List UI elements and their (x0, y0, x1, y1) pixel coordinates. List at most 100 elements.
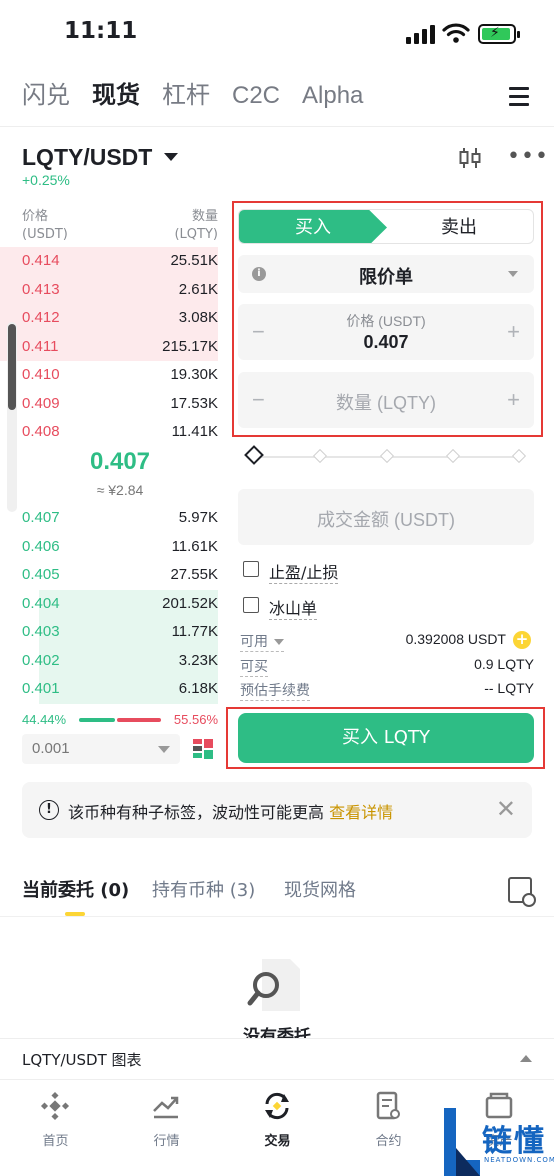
bid-quantity: 5.97K (178, 509, 218, 526)
orderbook-layout-icon[interactable] (192, 738, 214, 760)
status-time: 11:11 (64, 18, 138, 44)
bid-quantity: 201.52K (162, 594, 218, 612)
nav-home-label: 首页 (42, 1134, 69, 1149)
iceberg-label: 冰山单 (269, 595, 318, 620)
nav-trade-label: 交易 (264, 1134, 291, 1149)
tab-convert[interactable]: 闪兑 (22, 76, 70, 116)
tab-holdings[interactable]: 持有币种 (3) (152, 876, 255, 902)
ask-price: 0.411 (22, 337, 59, 355)
price-header: 价格 (22, 209, 49, 224)
tp-sl-label: 止盈/止损 (269, 559, 339, 584)
bid-row[interactable]: 0.403 11.77K (0, 618, 218, 647)
can-buy-label: 可买 (240, 656, 268, 677)
nav-home[interactable]: 首页 (0, 1081, 111, 1176)
more-options-icon[interactable]: ••• (507, 146, 549, 168)
buy-ratio: 44.44% (22, 712, 67, 727)
bid-row[interactable]: 0.404 201.52K (0, 589, 218, 618)
ask-price: 0.413 (22, 280, 60, 298)
bid-row[interactable]: 0.407 5.97K (0, 504, 218, 533)
ask-row[interactable]: 0.414 25.51K (0, 247, 218, 276)
watermark-subtext: NEATDOWN.COM (484, 1156, 554, 1164)
available-value: 0.392008 USDT (405, 631, 506, 647)
caret-down-icon[interactable] (164, 153, 178, 161)
order-history-icon[interactable] (508, 877, 536, 907)
tab-c2c[interactable]: C2C (232, 76, 280, 116)
bid-price: 0.403 (22, 623, 60, 640)
bid-row[interactable]: 0.405 27.55K (0, 561, 218, 590)
caret-up-icon[interactable] (520, 1055, 532, 1062)
home-diamond-icon (40, 1091, 70, 1121)
ask-row[interactable]: 0.409 17.53K (0, 390, 218, 419)
sell-ratio: 55.56% (173, 712, 218, 727)
bid-quantity: 11.77K (171, 623, 218, 640)
last-price[interactable]: 0.407 (22, 448, 218, 476)
ask-row[interactable]: 0.412 3.08K (0, 304, 218, 333)
pair-change-percent: +0.25% (22, 172, 70, 188)
notice-text: 该币种有种子标签，波动性可能更高 (68, 803, 325, 822)
ask-quantity: 19.30K (170, 366, 218, 383)
slider-handle[interactable] (244, 445, 264, 465)
nav-markets[interactable]: 行情 (111, 1081, 222, 1176)
bid-row[interactable]: 0.406 11.61K (0, 533, 218, 562)
deposit-plus-icon[interactable]: + (513, 631, 531, 649)
nav-trade[interactable]: 交易 (222, 1081, 333, 1176)
bid-quantity: 3.23K (178, 651, 218, 669)
ask-quantity: 2.61K (178, 280, 218, 298)
last-price-cny: ≈ ¥2.84 (96, 482, 144, 498)
bid-price: 0.404 (22, 594, 60, 612)
chart-toggle-bar[interactable]: LQTY/USDT 图表 (0, 1038, 554, 1080)
estimated-fee: 预估手续费 -- LQTY (240, 680, 534, 701)
precision-select[interactable]: 0.001 (22, 734, 180, 764)
tab-open-orders[interactable]: 当前委托 (0) (22, 876, 129, 902)
slider-tick-25[interactable] (312, 448, 328, 464)
nav-futures[interactable]: 合约 (333, 1081, 444, 1176)
bid-quantity: 27.55K (170, 566, 218, 583)
max-buy: 可买 0.9 LQTY (240, 656, 534, 677)
slider-tick-75[interactable] (445, 448, 461, 464)
bid-price: 0.405 (22, 566, 60, 583)
alert-icon: ! (39, 800, 59, 820)
tab-margin[interactable]: 杠杆 (162, 76, 210, 116)
ask-row[interactable]: 0.413 2.61K (0, 275, 218, 304)
ask-row[interactable]: 0.408 11.41K (0, 418, 218, 447)
candlestick-chart-icon[interactable] (458, 146, 482, 170)
highlight-box (232, 201, 543, 437)
ask-row[interactable]: 0.411 215.17K (0, 332, 218, 361)
ask-quantity: 3.08K (178, 309, 218, 326)
precision-value: 0.001 (32, 740, 70, 757)
amount-slider[interactable] (244, 445, 527, 468)
header-divider (0, 126, 554, 127)
slider-tick-50[interactable] (379, 448, 395, 464)
trade-type-tabs: 闪兑 现货 杠杆 C2C Alpha (22, 76, 385, 116)
qty-header: 数量 (191, 209, 218, 224)
bid-quantity: 6.18K (178, 680, 218, 697)
buy-ratio-bar (79, 718, 115, 722)
ask-row[interactable]: 0.410 19.30K (0, 361, 218, 390)
status-bar: 11:11 ⚡ (0, 0, 554, 66)
watermark-logo: 链懂 NEATDOWN.COM (440, 1108, 554, 1176)
bid-price: 0.402 (22, 651, 60, 669)
scrollbar[interactable] (7, 322, 17, 512)
chart-bar-label: LQTY/USDT 图表 (22, 1051, 142, 1069)
caret-down-icon (274, 639, 284, 646)
fee-label: 预估手续费 (240, 680, 310, 701)
ask-price: 0.410 (22, 366, 60, 383)
hamburger-menu-icon[interactable] (509, 86, 529, 106)
empty-search-icon (247, 959, 300, 1011)
total-amount-input[interactable]: 成交金额 (USDT) (238, 489, 534, 545)
nav-markets-label: 行情 (153, 1134, 180, 1149)
tab-spot-grid[interactable]: 现货网格 (284, 876, 356, 902)
price-unit: (USDT) (22, 227, 68, 242)
notice-details-link[interactable]: 查看详情 (329, 803, 393, 822)
ask-quantity: 215.17K (162, 337, 218, 355)
bid-row[interactable]: 0.402 3.23K (0, 646, 218, 675)
slider-tick-100[interactable] (511, 448, 527, 464)
tab-alpha[interactable]: Alpha (302, 76, 363, 116)
bid-row[interactable]: 0.401 6.18K (0, 675, 218, 704)
close-icon[interactable]: ✕ (496, 795, 516, 823)
pair-selector[interactable]: LQTY/USDT (22, 144, 152, 171)
available-label[interactable]: 可用 (240, 631, 284, 652)
tab-spot[interactable]: 现货 (92, 76, 140, 116)
wifi-icon (442, 23, 470, 43)
ask-quantity: 11.41K (171, 423, 218, 440)
